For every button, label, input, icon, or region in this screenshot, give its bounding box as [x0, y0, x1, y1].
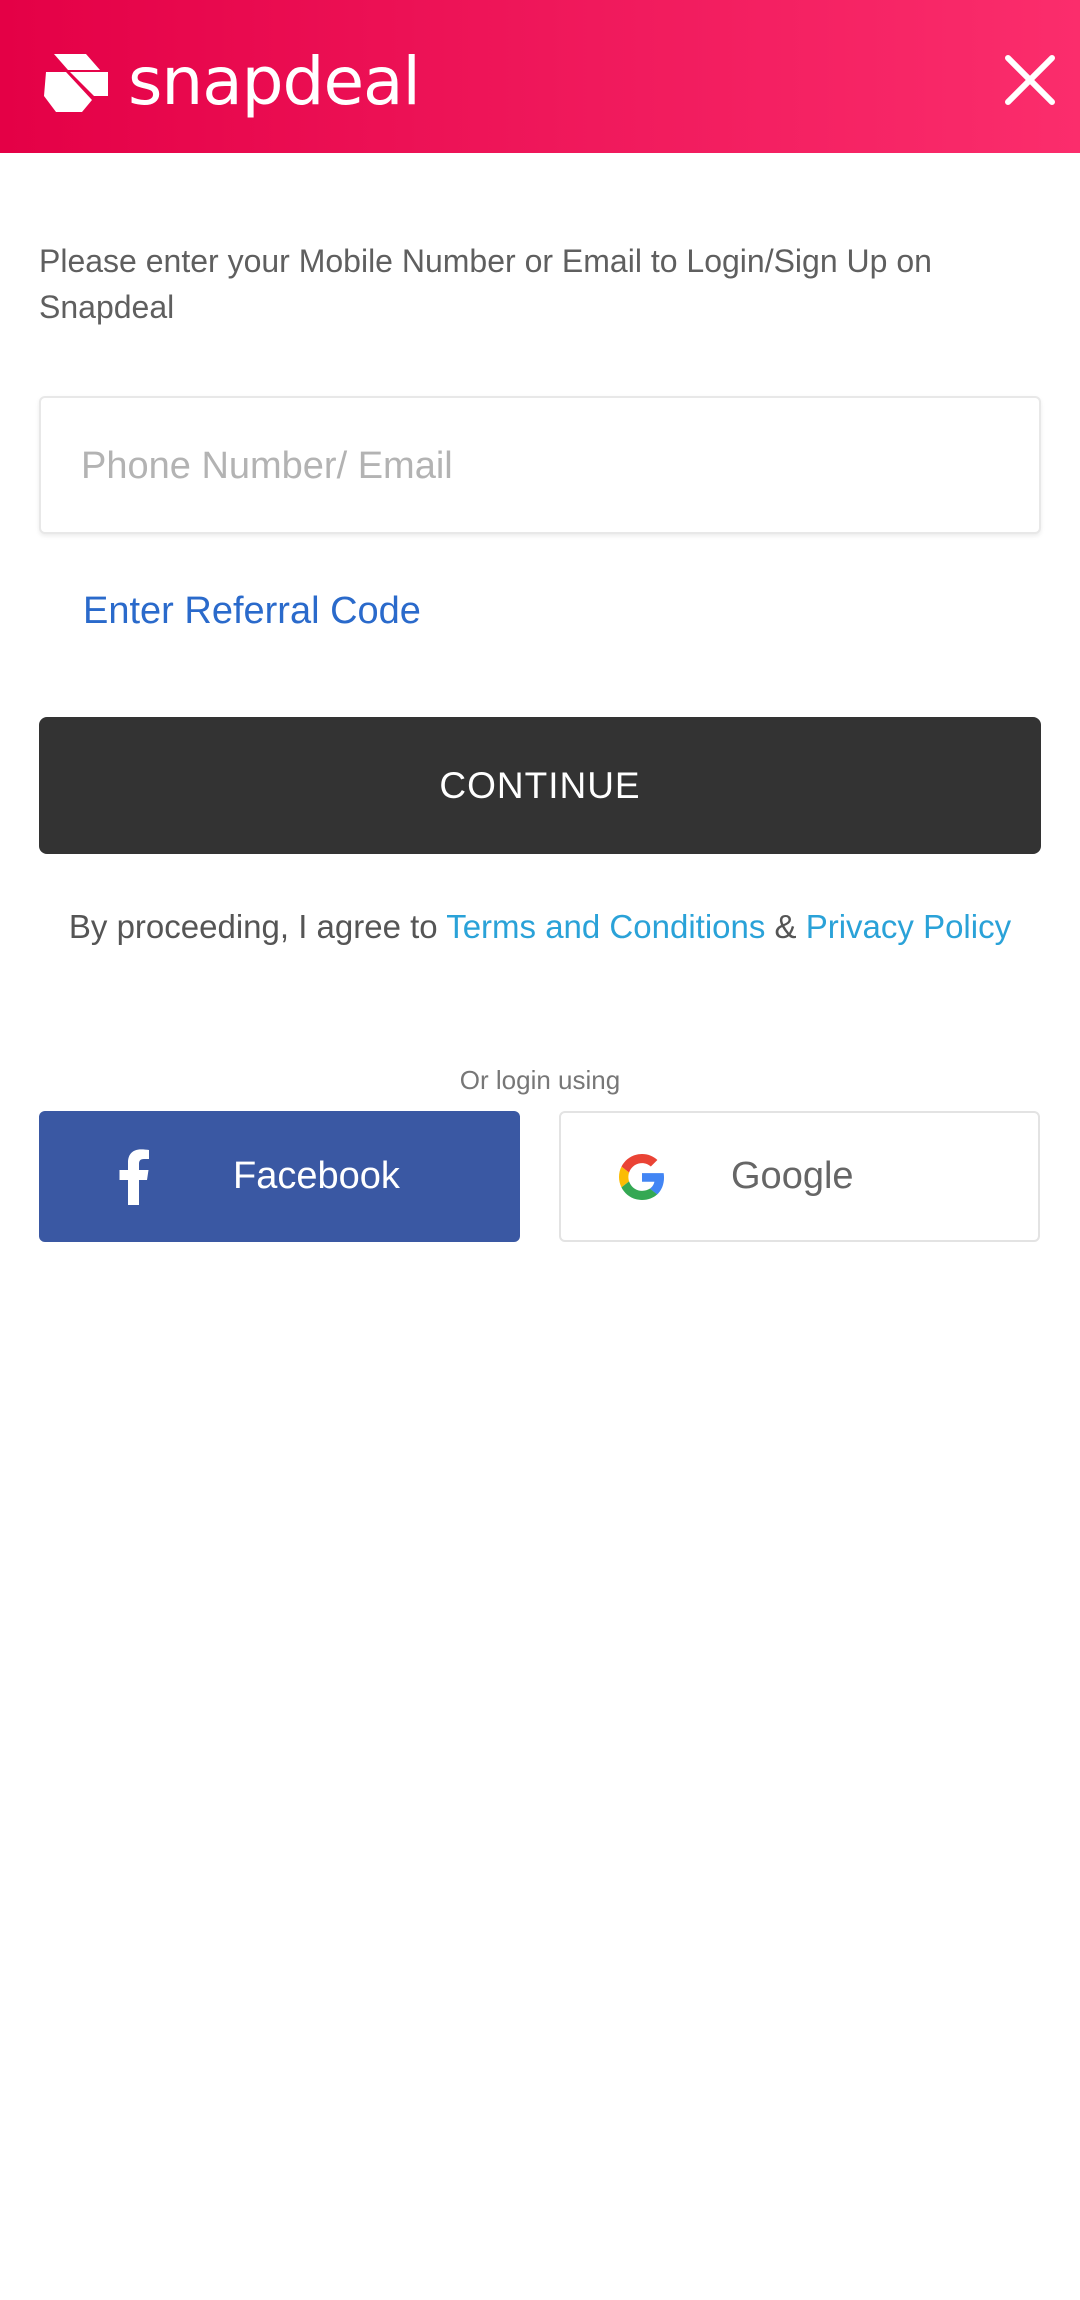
login-input-container — [39, 396, 1041, 534]
google-login-button[interactable]: Google — [559, 1111, 1040, 1242]
terms-and-conditions-link[interactable]: Terms and Conditions — [446, 908, 765, 945]
login-instruction: Please enter your Mobile Number or Email… — [39, 243, 932, 325]
enter-referral-code-link[interactable]: Enter Referral Code — [83, 590, 421, 633]
header-bar: snapdeal — [0, 0, 1080, 153]
phone-email-input[interactable] — [79, 398, 1003, 534]
terms-notice: By proceeding, I agree to Terms and Cond… — [0, 908, 1080, 946]
or-login-using-label: Or login using — [459, 1065, 621, 1095]
terms-separator: & — [765, 908, 806, 945]
snapdeal-logo: snapdeal — [42, 43, 421, 120]
continue-button[interactable]: CONTINUE — [39, 717, 1041, 854]
facebook-icon — [119, 1149, 149, 1205]
facebook-login-button[interactable]: Facebook — [39, 1111, 520, 1242]
close-icon — [1005, 55, 1055, 105]
snapdeal-logo-icon — [44, 54, 108, 112]
google-icon — [619, 1154, 665, 1200]
terms-prefix: By proceeding, I agree to — [68, 908, 447, 945]
close-button[interactable] — [1000, 50, 1060, 110]
facebook-label: Facebook — [233, 1155, 400, 1197]
login-page: snapdeal Please enter your Mobile Number… — [0, 0, 1080, 2300]
brand-name: snapdeal — [128, 43, 421, 120]
privacy-policy-link[interactable]: Privacy Policy — [806, 908, 1011, 945]
google-label: Google — [731, 1155, 854, 1197]
